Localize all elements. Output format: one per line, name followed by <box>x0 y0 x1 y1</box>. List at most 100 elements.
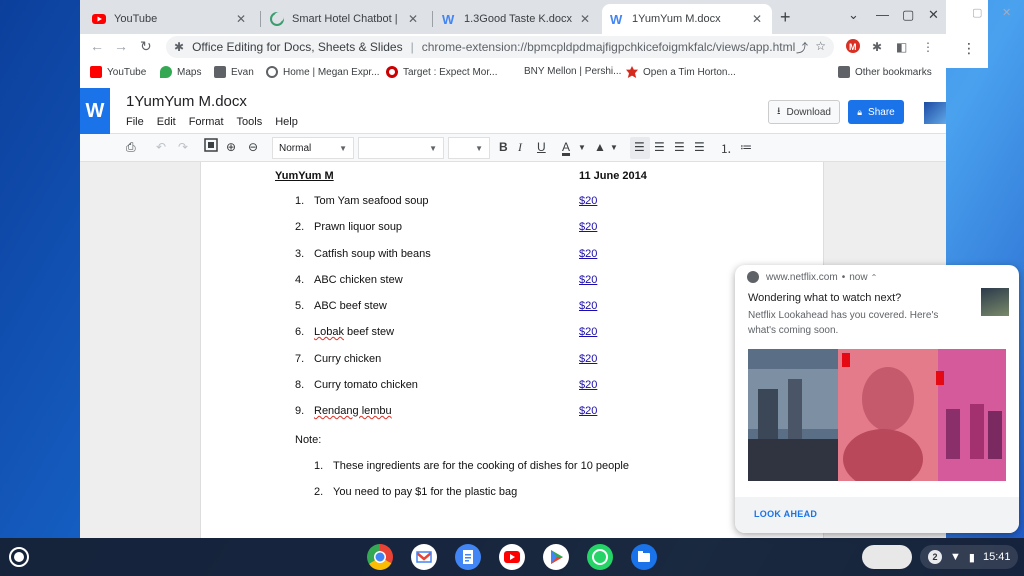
new-tab-icon[interactable]: + <box>780 7 791 28</box>
tab-search-icon[interactable]: ⌄ <box>848 7 859 23</box>
maps-pin-icon <box>160 66 172 78</box>
share-button[interactable]: 🔒︎ Share <box>848 100 904 124</box>
youtube-icon <box>92 12 106 26</box>
align-left-icon[interactable]: ☰ <box>634 140 645 154</box>
chevron-up-icon[interactable]: ⌃ <box>871 273 878 282</box>
maximize-icon[interactable]: ▢ <box>902 7 914 23</box>
play-store-app-icon[interactable] <box>543 544 569 570</box>
doc-date: 11 June 2014 <box>579 170 647 182</box>
undo-icon[interactable]: ↶ <box>156 140 166 154</box>
list-number: 7. <box>295 353 305 365</box>
download-icon: ⭳ <box>777 105 781 117</box>
close-tab-icon[interactable]: ✕ <box>234 12 248 26</box>
numbered-list-icon[interactable]: ⒈ <box>720 140 732 157</box>
gmail-app-icon[interactable] <box>411 544 437 570</box>
bookmark-megan[interactable]: Home | Megan Expr... <box>266 66 380 78</box>
dropdown-caret-icon[interactable]: ▼ <box>610 143 618 152</box>
whatsapp-app-icon[interactable] <box>587 544 613 570</box>
close-tab-icon[interactable]: ✕ <box>750 12 764 26</box>
bookmark-star-icon[interactable]: ☆ <box>815 39 826 53</box>
launcher-icon[interactable] <box>9 547 29 567</box>
item-price-link[interactable]: $20 <box>579 221 597 233</box>
align-right-icon[interactable]: ☰ <box>674 140 685 154</box>
item-price-link[interactable]: $20 <box>579 379 597 391</box>
font-size-select[interactable]: ▼ <box>448 137 490 159</box>
look-ahead-button[interactable]: LOOK AHEAD <box>754 509 817 519</box>
share-icon[interactable]: ⤴ <box>796 39 808 56</box>
menu-edit[interactable]: Edit <box>157 116 176 128</box>
close-tab-icon[interactable]: ✕ <box>406 12 420 26</box>
bookmark-maps[interactable]: Maps <box>160 66 201 78</box>
redo-icon[interactable]: ↷ <box>178 140 188 154</box>
align-justify-icon[interactable]: ☰ <box>694 140 705 154</box>
netflix-promo-image <box>748 349 1006 481</box>
docs-app-icon[interactable] <box>455 544 481 570</box>
word-logo-icon: W <box>80 88 110 134</box>
tab-smart-hotel-chatbot[interactable]: Smart Hotel Chatbot | Quick ✕ <box>262 4 428 34</box>
download-button[interactable]: ⭳ Download <box>768 100 840 124</box>
forward-icon[interactable]: → <box>114 38 128 54</box>
highlight-color-icon[interactable]: ▲ <box>594 140 606 154</box>
dropdown-caret-icon[interactable]: ▼ <box>578 143 586 152</box>
align-center-icon[interactable]: ☰ <box>654 140 665 154</box>
more-menu-icon[interactable]: ⋮ <box>962 40 976 57</box>
outer-close-icon[interactable]: ✕ <box>1002 6 1011 19</box>
close-window-icon[interactable]: ✕ <box>928 7 939 23</box>
tab-title: 1YumYum M.docx <box>632 13 721 25</box>
item-price-link[interactable]: $20 <box>579 326 597 338</box>
style-select[interactable]: Normal ▼ <box>272 137 354 159</box>
italic-icon[interactable]: I <box>518 140 522 155</box>
bold-icon[interactable]: B <box>499 140 508 154</box>
item-price-link[interactable]: $20 <box>579 248 597 260</box>
print-icon[interactable]: ⎙ <box>126 140 136 155</box>
zoom-out-icon[interactable]: ⊖ <box>248 140 258 154</box>
document-page[interactable]: YumYum M 11 June 2014 1. Tom Yam seafood … <box>200 162 824 538</box>
menu-format[interactable]: Format <box>189 116 224 128</box>
list-item: 5. ABC beef stew <box>295 300 387 312</box>
document-title[interactable]: 1YumYum M.docx <box>126 93 247 110</box>
reload-icon[interactable]: ↻ <box>140 38 152 55</box>
bookmark-other[interactable]: Other bookmarks <box>838 66 932 78</box>
item-price-link[interactable]: $20 <box>579 195 597 207</box>
close-tab-icon[interactable]: ✕ <box>578 12 592 26</box>
menu-file[interactable]: File <box>126 116 144 128</box>
font-select[interactable]: ▼ <box>358 137 444 159</box>
files-app-icon[interactable] <box>631 544 657 570</box>
menu-tools[interactable]: Tools <box>237 116 263 128</box>
status-tray[interactable]: 2 ▼ ▮ 15:41 <box>920 545 1018 569</box>
bookmark-bny[interactable]: BNY Mellon | Pershi... <box>524 66 621 77</box>
bulleted-list-icon[interactable]: ≔ <box>740 140 752 154</box>
tab-youtube[interactable]: YouTube ✕ <box>84 4 256 34</box>
item-price-link[interactable]: $20 <box>579 300 597 312</box>
holding-space[interactable] <box>862 545 912 569</box>
youtube-app-icon[interactable] <box>499 544 525 570</box>
bookmark-tim-hortons[interactable]: Open a Tim Horton... <box>626 66 736 78</box>
minimize-icon[interactable]: — <box>876 7 889 22</box>
chrome-menu-icon[interactable]: ⋮ <box>922 40 934 54</box>
bookmark-evan[interactable]: Evan <box>214 66 254 78</box>
netflix-notification[interactable]: www.netflix.com • now ⌃ Wondering what t… <box>735 265 1019 533</box>
menu-help[interactable]: Help <box>275 116 298 128</box>
side-panel-icon[interactable]: ◧ <box>896 40 907 54</box>
tab-yumyum[interactable]: W 1YumYum M.docx ✕ <box>602 4 772 34</box>
extensions-icon[interactable]: ✱ <box>872 40 882 54</box>
chrome-app-icon[interactable] <box>367 544 393 570</box>
extension-m-icon[interactable]: M <box>846 39 860 56</box>
item-price-link[interactable]: $20 <box>579 405 597 417</box>
bookmark-target[interactable]: Target : Expect Mor... <box>386 66 497 78</box>
back-icon[interactable]: ← <box>90 38 104 54</box>
fit-page-icon[interactable] <box>204 138 218 155</box>
text-color-icon[interactable]: A <box>562 140 570 154</box>
address-bar[interactable]: ✱ Office Editing for Docs, Sheets & Slid… <box>166 36 834 58</box>
outer-maximize-icon[interactable]: ▢ <box>972 6 982 19</box>
tab-good-taste[interactable]: W 1.3Good Taste K.docx ✕ <box>434 4 600 34</box>
item-price-link[interactable]: $20 <box>579 353 597 365</box>
bookmark-youtube[interactable]: YouTube <box>90 66 146 78</box>
underline-icon[interactable]: U <box>537 140 546 154</box>
svg-text:M: M <box>849 42 857 52</box>
item-name: Catfish soup with beans <box>314 248 431 260</box>
item-price-link[interactable]: $20 <box>579 274 597 286</box>
crescent-icon <box>270 12 284 26</box>
zoom-in-icon[interactable]: ⊕ <box>226 140 236 154</box>
window-thumbnail <box>924 102 946 124</box>
